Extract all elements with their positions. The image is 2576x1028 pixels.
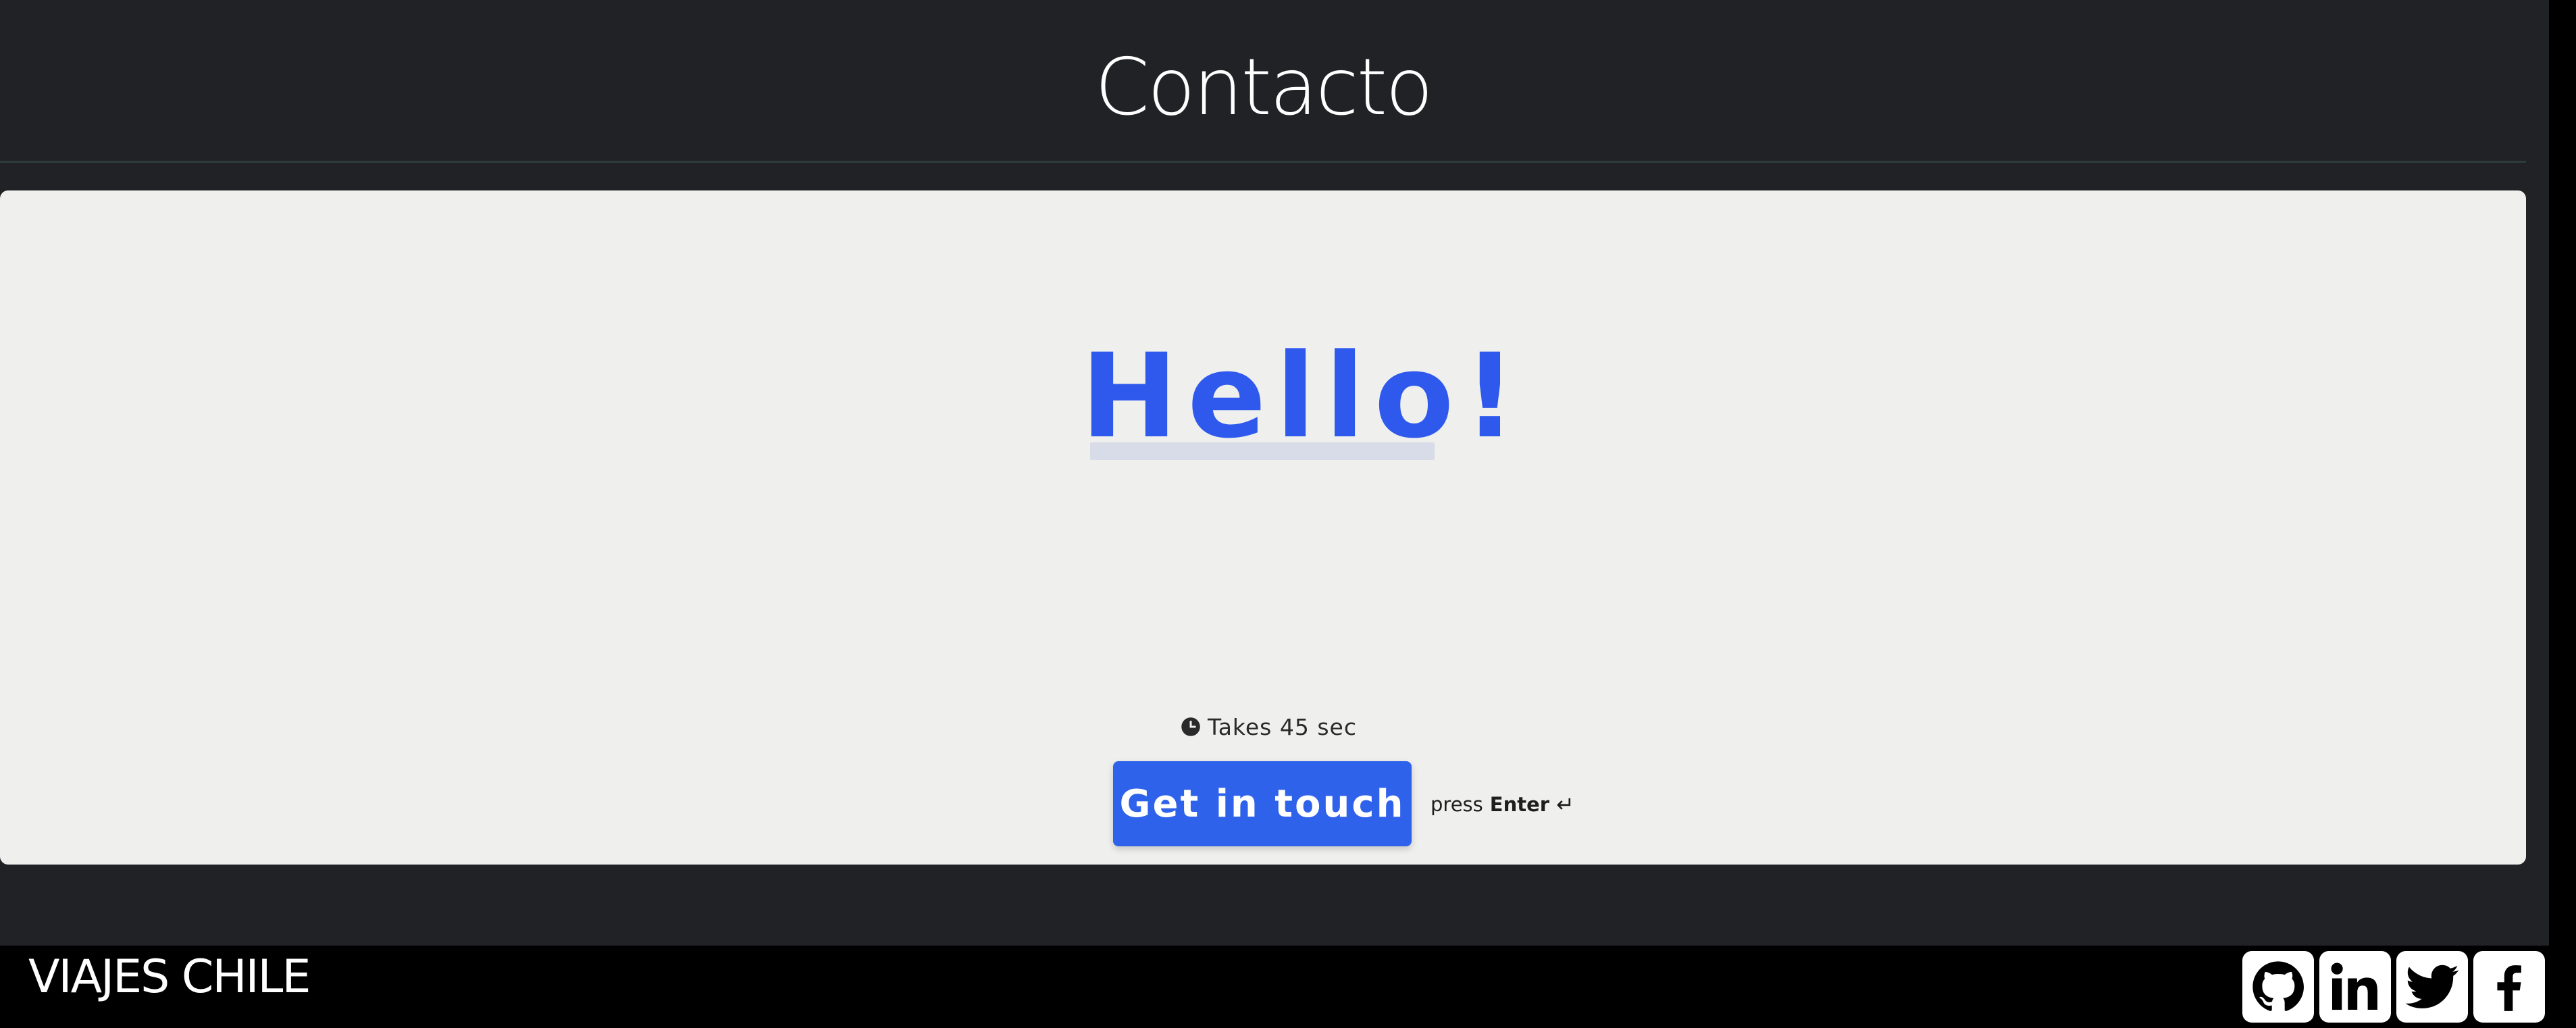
greeting-block: Hello! <box>1081 328 1526 478</box>
hint-prefix: press <box>1431 793 1483 816</box>
github-icon <box>2252 961 2304 1011</box>
github-link[interactable] <box>2242 951 2314 1023</box>
page-title: Contacto <box>1094 42 1433 133</box>
greeting-heading: Hello! <box>1081 328 1526 464</box>
facebook-icon <box>2497 965 2521 1011</box>
enter-icon: ↵ <box>1556 792 1574 817</box>
contact-form-card: Hello! Takes 45 sec Get in touch press E… <box>0 190 2526 865</box>
get-in-touch-button[interactable]: Get in touch <box>1113 761 1412 846</box>
footer-brand: VIAJES CHILE <box>28 950 311 1004</box>
keyboard-hint: press Enter ↵ <box>1431 788 1574 821</box>
hint-key: Enter <box>1489 793 1550 816</box>
clock-icon <box>1181 717 1200 736</box>
duration-info: Takes 45 sec <box>1181 711 1357 743</box>
linkedin-icon <box>2331 962 2377 1010</box>
header-divider <box>0 161 2526 163</box>
twitter-icon <box>2405 965 2459 1008</box>
social-links <box>2242 951 2545 1023</box>
facebook-link[interactable] <box>2473 951 2545 1023</box>
linkedin-link[interactable] <box>2319 951 2391 1023</box>
twitter-link[interactable] <box>2396 951 2468 1023</box>
page: Contacto Hello! Takes 45 sec Get in touc… <box>0 0 2576 1028</box>
duration-text: Takes 45 sec <box>1208 713 1357 740</box>
footer: VIAJES CHILE <box>0 946 2576 1028</box>
scrollbar-track[interactable] <box>2549 0 2576 946</box>
